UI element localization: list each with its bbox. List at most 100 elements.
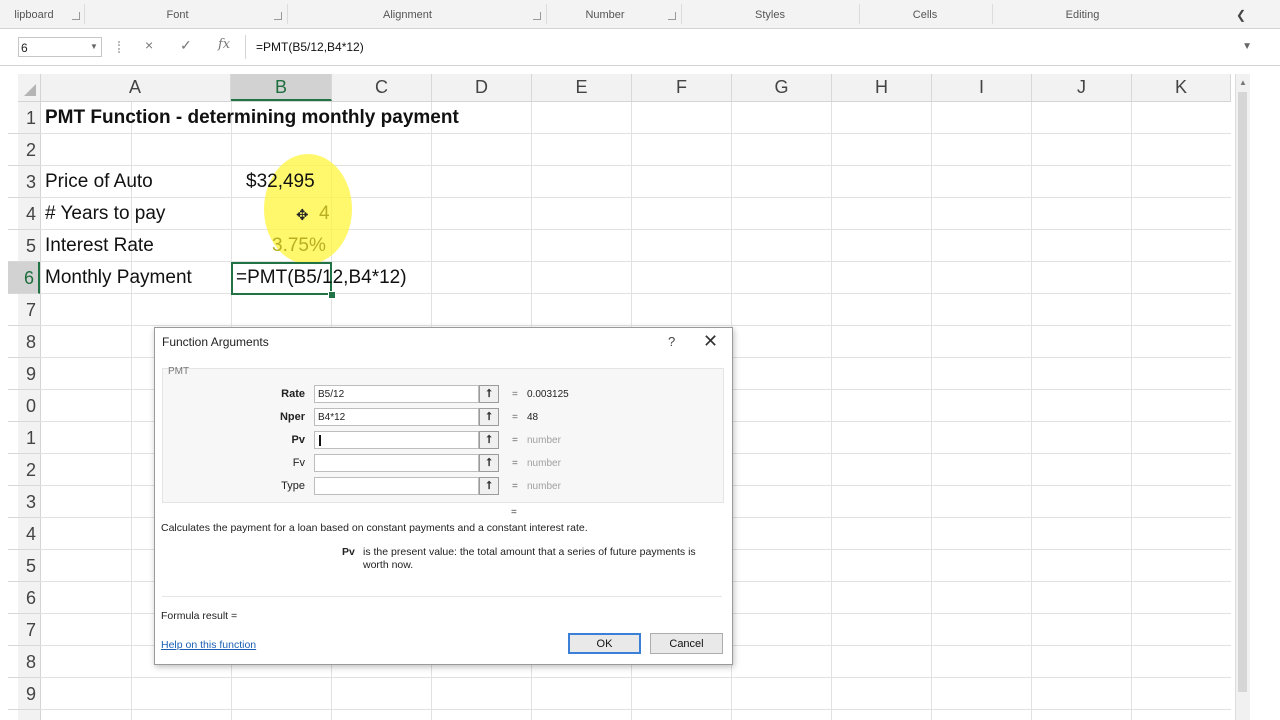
row-header[interactable]: 2 <box>8 134 40 166</box>
column-header-i[interactable]: I <box>932 74 1032 101</box>
cancel-entry-icon[interactable]: × <box>145 37 153 53</box>
arg-result-nper: 48 <box>527 412 539 423</box>
clipboard-launcher-icon[interactable] <box>72 12 80 20</box>
cell-a6[interactable]: Monthly Payment <box>45 262 192 294</box>
ribbon-group-cells: Cells <box>912 9 938 21</box>
row-header[interactable]: 5 <box>8 230 40 262</box>
ribbon-group-editing: Editing <box>1065 9 1100 21</box>
ribbon-group-alignment: Alignment <box>383 9 432 21</box>
expand-formula-bar-icon[interactable]: ▼ <box>1242 41 1252 52</box>
cell-b5[interactable]: 3.75% <box>272 230 326 262</box>
close-icon[interactable]: ✕ <box>703 331 718 352</box>
row-header[interactable]: 5 <box>8 550 40 582</box>
row-header[interactable]: 4 <box>8 518 40 550</box>
arg-label-fv: Fv <box>292 457 305 469</box>
ribbon-group-styles: Styles <box>755 9 785 21</box>
row-header-selected[interactable]: 6 <box>8 262 40 294</box>
scroll-up-icon[interactable]: ▲ <box>1239 78 1247 87</box>
column-header-c[interactable]: C <box>332 74 432 101</box>
move-cursor-icon: ✥ <box>296 207 309 224</box>
cell-a1[interactable]: PMT Function - determining monthly payme… <box>45 102 459 134</box>
formula-result: Formula result = <box>161 610 238 622</box>
argument-help-name: Pv <box>342 546 355 558</box>
row-headers: 1 2 3 4 5 6 7 8 9 0 1 2 3 4 5 6 7 8 9 <box>8 102 41 720</box>
collapse-ribbon-icon[interactable]: ❮ <box>1236 8 1246 22</box>
formula-input[interactable]: =PMT(B5/12,B4*12) <box>245 35 1245 59</box>
text-caret <box>319 435 321 446</box>
row-header[interactable]: 7 <box>8 294 40 326</box>
arg-equals: = <box>512 481 518 492</box>
function-name: PMT <box>168 366 190 377</box>
arg-label-rate: Rate <box>281 388 305 400</box>
arg-result-pv: number <box>527 435 561 446</box>
arg-input-nper[interactable]: B4*12 <box>314 408 479 426</box>
insert-function-icon[interactable]: fx <box>218 37 230 52</box>
arg-input-fv[interactable] <box>314 454 479 472</box>
column-header-k[interactable]: K <box>1132 74 1231 101</box>
argument-help-text: is the present value: the total amount t… <box>363 546 696 571</box>
arg-result-fv: number <box>527 458 561 469</box>
ribbon-separator <box>84 4 85 24</box>
arg-result-rate: 0.003125 <box>527 389 569 400</box>
row-header[interactable]: 6 <box>8 582 40 614</box>
collapse-dialog-icon[interactable]: ⭡ <box>479 408 499 426</box>
collapse-dialog-icon[interactable]: ⭡ <box>479 385 499 403</box>
fill-handle[interactable] <box>328 291 336 299</box>
column-header-b[interactable]: B <box>231 74 332 101</box>
row-header[interactable]: 1 <box>8 422 40 454</box>
select-all-corner[interactable] <box>18 74 41 101</box>
row-header[interactable]: 0 <box>8 390 40 422</box>
cell-b3[interactable]: $32,495 <box>246 166 315 198</box>
help-link[interactable]: Help on this function <box>161 639 256 651</box>
column-header-e[interactable]: E <box>532 74 632 101</box>
arg-label-type: Type <box>281 480 305 492</box>
arg-label-nper: Nper <box>279 411 305 423</box>
row-header[interactable]: 3 <box>8 486 40 518</box>
row-header[interactable]: 2 <box>8 454 40 486</box>
arg-equals: = <box>512 435 518 446</box>
dialog-title: Function Arguments <box>162 335 269 349</box>
chevron-down-icon[interactable]: ▼ <box>90 42 98 51</box>
ribbon-separator <box>859 4 860 24</box>
cell-a5[interactable]: Interest Rate <box>45 230 154 262</box>
cell-b6[interactable]: =PMT(B5/12,B4*12) <box>236 262 407 294</box>
arg-input-rate[interactable]: B5/12 <box>314 385 479 403</box>
collapse-dialog-icon[interactable]: ⭡ <box>479 431 499 449</box>
row-header[interactable]: 8 <box>8 326 40 358</box>
cell-b4[interactable]: 4 <box>319 198 330 230</box>
arg-label-pv: Pv <box>291 434 305 446</box>
row-header[interactable]: 9 <box>8 678 40 710</box>
row-header[interactable]: 3 <box>8 166 40 198</box>
cell-a3[interactable]: Price of Auto <box>45 166 153 198</box>
enter-check-icon[interactable]: ✓ <box>180 37 192 54</box>
number-launcher-icon[interactable] <box>668 12 676 20</box>
cancel-button[interactable]: Cancel <box>650 633 723 654</box>
ribbon-group-labels: lipboard Font Alignment Number Styles Ce… <box>0 0 1280 29</box>
alignment-launcher-icon[interactable] <box>533 12 541 20</box>
row-header[interactable]: 1 <box>8 102 40 134</box>
scrollbar-thumb[interactable] <box>1238 92 1247 692</box>
collapse-dialog-icon[interactable]: ⭡ <box>479 477 499 495</box>
collapse-dialog-icon[interactable]: ⭡ <box>479 454 499 472</box>
ribbon-group-clipboard: lipboard <box>14 9 54 21</box>
dialog-divider <box>162 596 722 597</box>
ok-button[interactable]: OK <box>568 633 641 654</box>
help-icon[interactable]: ? <box>668 334 675 349</box>
cell-a4[interactable]: # Years to pay <box>45 198 165 230</box>
ribbon-group-font: Font <box>166 9 189 21</box>
vertical-scrollbar[interactable]: ▲ <box>1235 74 1250 720</box>
column-header-a[interactable]: A <box>40 74 231 101</box>
pv-caret-holder <box>314 431 479 449</box>
arg-input-type[interactable] <box>314 477 479 495</box>
column-header-f[interactable]: F <box>632 74 732 101</box>
column-header-d[interactable]: D <box>432 74 532 101</box>
column-header-h[interactable]: H <box>832 74 932 101</box>
column-header-g[interactable]: G <box>732 74 832 101</box>
row-header[interactable]: 9 <box>8 358 40 390</box>
font-launcher-icon[interactable] <box>274 12 282 20</box>
column-header-j[interactable]: J <box>1032 74 1132 101</box>
row-header[interactable]: 8 <box>8 646 40 678</box>
row-header[interactable]: 4 <box>8 198 40 230</box>
ribbon-separator <box>287 4 288 24</box>
row-header[interactable]: 7 <box>8 614 40 646</box>
